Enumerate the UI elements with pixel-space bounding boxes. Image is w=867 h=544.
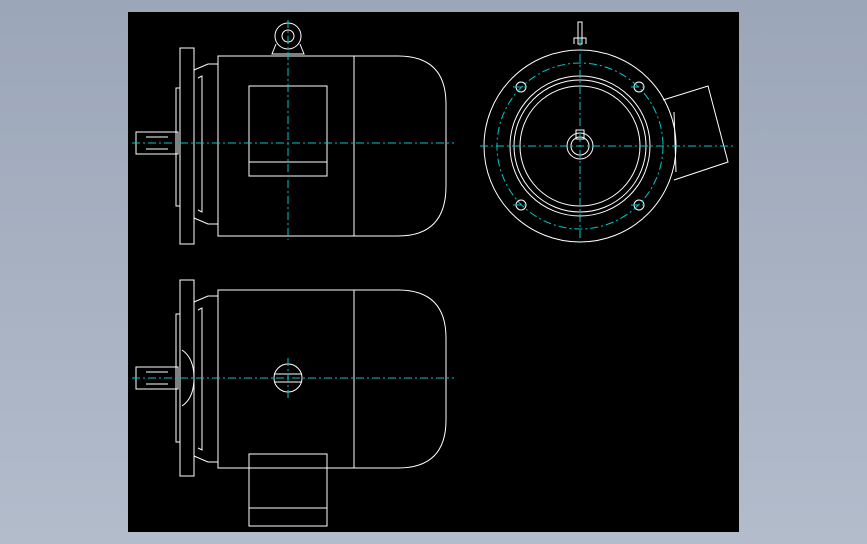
terminal-box (248, 453, 328, 527)
flange (179, 47, 195, 245)
end-view (483, 21, 729, 243)
end-shield (193, 63, 219, 225)
cad-drawing-viewport[interactable] (128, 12, 739, 532)
side-view-top (135, 22, 447, 245)
side-view-bottom (135, 279, 447, 527)
frame-body (217, 289, 447, 469)
frame-body (217, 55, 447, 237)
terminal-box (662, 85, 729, 181)
motor-drawing (132, 20, 734, 527)
end-shield (193, 295, 219, 463)
centerlines (132, 20, 734, 400)
